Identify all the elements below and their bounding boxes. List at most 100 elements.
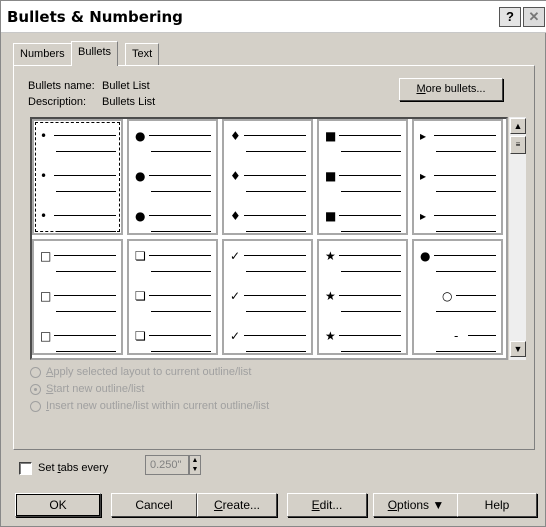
preview-line	[54, 335, 116, 336]
preview-line	[151, 151, 211, 152]
scroll-down-icon[interactable]: ▼	[510, 341, 526, 357]
bullet-glyph-icon: ★	[325, 289, 336, 303]
bullet-style-option[interactable]: ★ ★ ★	[317, 239, 408, 355]
bullet-style-option[interactable]: ❏ ❏ ❏	[127, 239, 218, 355]
set-tabs-prefix: Set	[38, 462, 58, 474]
close-icon[interactable]: ✕	[523, 7, 545, 27]
bullet-glyph-icon: ■	[325, 129, 337, 143]
bullet-style-grid: • • • ● ● ● ♦ ♦ ♦ ■ ■ ■ ▸ ▸ ▸ □ □ □ ❏ ❏ ❏ ✓ ✓ ✓ ★ ★ ★ ● ○ -	[30, 117, 508, 360]
preview-line	[54, 215, 116, 216]
bullet-style-option[interactable]: ✓ ✓ ✓	[222, 239, 313, 355]
spin-down-icon[interactable]: ▼	[190, 465, 200, 474]
start-new-label: tart new outline/list	[53, 383, 145, 395]
bullet-glyph-icon: -	[454, 329, 459, 343]
preview-line	[434, 255, 496, 256]
bullets-panel: Bullets name: Bullet List Description: B…	[13, 65, 535, 450]
preview-line	[54, 255, 116, 256]
preview-line	[56, 151, 116, 152]
edit-button[interactable]: Edit...	[287, 493, 367, 517]
scroll-thumb[interactable]: ≡	[510, 136, 526, 154]
preview-line	[244, 135, 306, 136]
bullet-glyph-icon: ❏	[135, 249, 146, 263]
description-label: Description:	[28, 96, 87, 108]
preview-line	[56, 311, 116, 312]
preview-line	[246, 311, 306, 312]
bullet-glyph-icon: ▸	[420, 169, 427, 183]
apply-layout-radio[interactable]	[30, 366, 41, 378]
preview-line	[436, 351, 496, 352]
edit-label: dit...	[319, 498, 343, 512]
preview-line	[468, 335, 496, 336]
set-tabs-checkbox[interactable]	[19, 462, 32, 475]
window-title: Bullets & Numbering	[7, 8, 183, 26]
create-mnemonic: C	[213, 498, 223, 512]
preview-line	[434, 215, 496, 216]
bullet-style-option[interactable]: ■ ■ ■	[317, 119, 408, 235]
insert-new-option[interactable]: Insert new outline/list within current o…	[30, 400, 269, 412]
tab-text[interactable]: Text	[125, 43, 160, 65]
preview-line	[339, 215, 401, 216]
preview-line	[246, 231, 306, 232]
bullet-glyph-icon: ♦	[230, 129, 241, 143]
bullet-glyph-icon: ▸	[420, 209, 427, 223]
dropdown-arrow-icon: ▼	[432, 498, 445, 512]
bullet-style-option[interactable]: ● ○ -	[412, 239, 503, 355]
scroll-up-icon[interactable]: ▲	[510, 118, 526, 134]
grid-scrollbar[interactable]: ▲ ≡ ▼	[508, 117, 526, 360]
cancel-button[interactable]: Cancel	[111, 493, 197, 517]
preview-line	[436, 151, 496, 152]
more-bullets-button[interactable]: More bullets...	[399, 78, 503, 101]
preview-line	[244, 255, 306, 256]
tab-interval-input[interactable]: 0.250"	[145, 455, 189, 475]
preview-line	[244, 175, 306, 176]
bullets-numbering-dialog: Bullets & Numbering ? ✕ Numbers Bullets …	[0, 0, 546, 527]
preview-line	[54, 135, 116, 136]
bullet-style-option[interactable]: □ □ □	[32, 239, 123, 355]
bullet-style-option[interactable]: ♦ ♦ ♦	[222, 119, 313, 235]
start-new-radio[interactable]	[30, 383, 41, 395]
preview-line	[341, 151, 401, 152]
tab-bullets[interactable]: Bullets	[71, 41, 119, 66]
preview-line	[339, 135, 401, 136]
bullet-glyph-icon: ▸	[420, 129, 427, 143]
bullet-glyph-icon: □	[40, 249, 52, 263]
tab-interval-spinner[interactable]: ▲ ▼	[189, 455, 201, 475]
apply-layout-option[interactable]: Apply selected layout to current outline…	[30, 366, 251, 378]
help-button[interactable]: Help	[457, 493, 537, 517]
preview-line	[339, 295, 401, 296]
preview-line	[341, 231, 401, 232]
preview-line	[149, 295, 211, 296]
preview-line	[56, 231, 116, 232]
bullet-style-option[interactable]: ▸ ▸ ▸	[412, 119, 503, 235]
bullet-style-option[interactable]: • • •	[32, 119, 123, 235]
create-button[interactable]: Create...	[197, 493, 277, 517]
start-new-option[interactable]: Start new outline/list	[30, 383, 144, 395]
insert-new-radio[interactable]	[30, 400, 41, 412]
preview-line	[244, 215, 306, 216]
bullet-glyph-icon: ■	[325, 169, 337, 183]
bullet-glyph-icon: ❏	[135, 289, 146, 303]
options-button[interactable]: Options ▼	[373, 493, 459, 517]
bullets-name-value: Bullet List	[102, 80, 150, 92]
bullet-glyph-icon: •	[40, 129, 48, 143]
bullet-glyph-icon: ●	[135, 169, 146, 183]
preview-line	[151, 351, 211, 352]
preview-line	[434, 175, 496, 176]
bullet-glyph-icon: ✓	[230, 249, 241, 263]
bullet-glyph-icon: □	[40, 289, 52, 303]
ok-button[interactable]: OK	[15, 493, 101, 517]
insert-new-label: nsert new outline/list within current ou…	[49, 400, 270, 412]
preview-line	[341, 351, 401, 352]
apply-layout-label: pply selected layout to current outline/…	[53, 366, 252, 378]
more-bullets-label: ore bullets...	[425, 83, 486, 95]
bullet-glyph-icon: ✓	[230, 329, 241, 343]
help-icon[interactable]: ?	[499, 7, 521, 27]
bullet-style-option[interactable]: ● ● ●	[127, 119, 218, 235]
preview-line	[339, 255, 401, 256]
spin-up-icon[interactable]: ▲	[190, 456, 200, 465]
title-bar: Bullets & Numbering ? ✕	[1, 1, 546, 33]
preview-line	[149, 175, 211, 176]
tab-numbers[interactable]: Numbers	[13, 43, 72, 65]
preview-line	[149, 255, 211, 256]
preview-line	[436, 311, 496, 312]
